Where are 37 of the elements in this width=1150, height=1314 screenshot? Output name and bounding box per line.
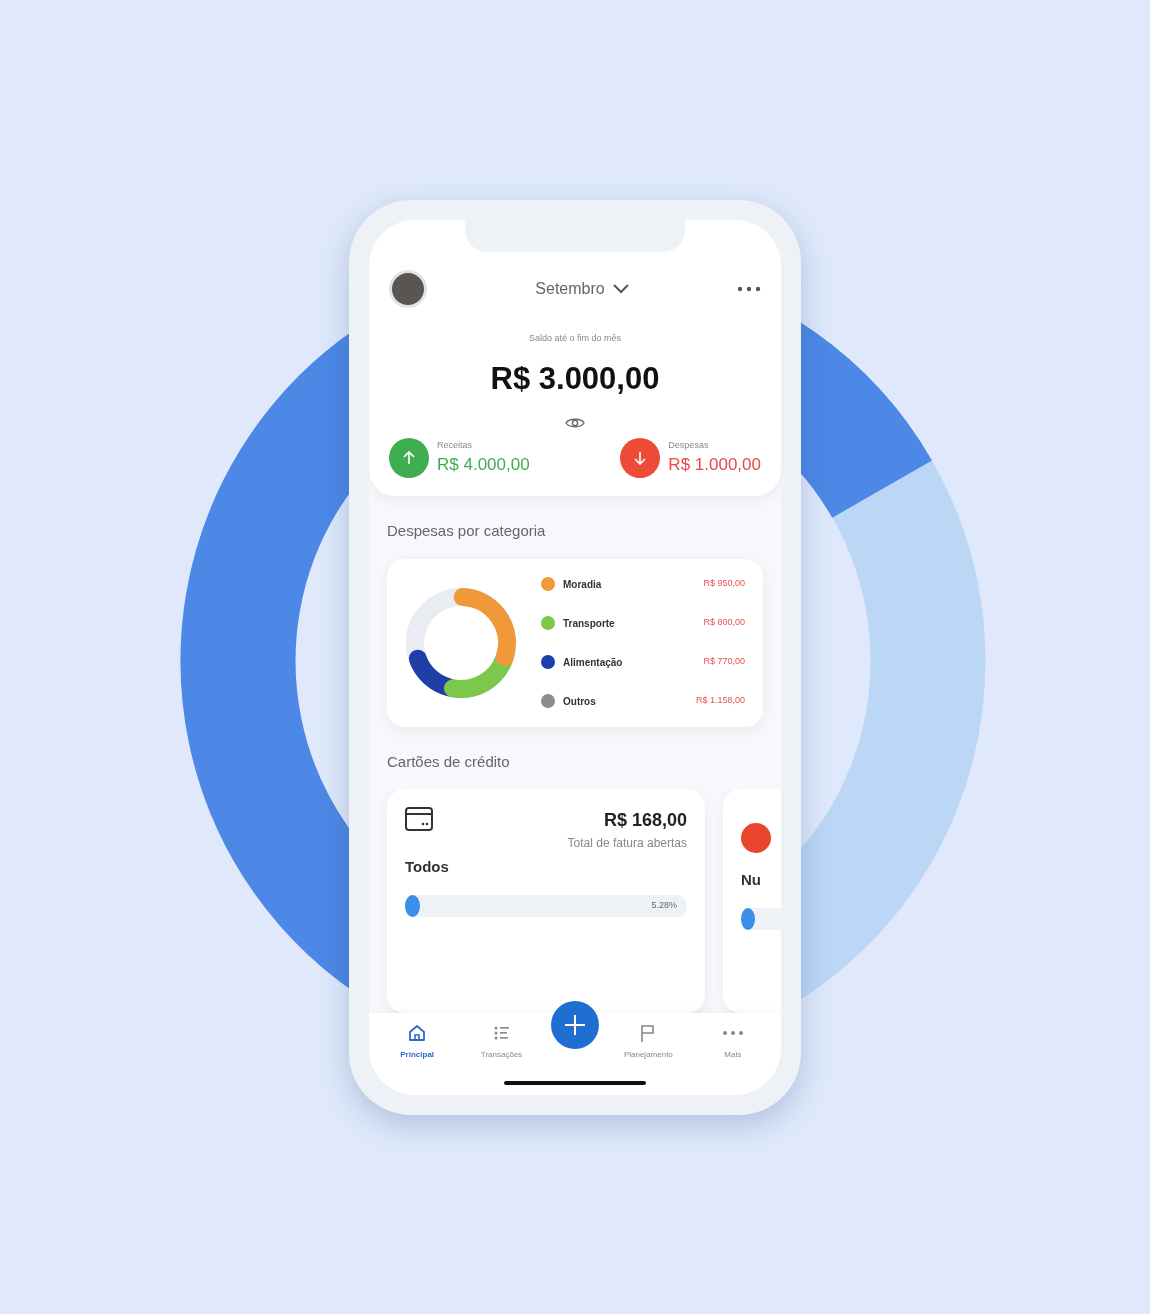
- section-title: Despesas por categoria: [387, 522, 546, 539]
- balance-label: Saldo até o fim do mês: [528, 332, 622, 343]
- summary-label: Receitas: [437, 438, 473, 452]
- progress-fill: [741, 907, 755, 930]
- plus-icon: [562, 1012, 587, 1037]
- balance-amount: R$ 3.000,00: [490, 360, 660, 396]
- nav-tab[interactable]: Transações: [466, 1022, 537, 1061]
- card-caption: Total de fatura abertas: [567, 835, 687, 852]
- more-icon[interactable]: [737, 285, 761, 292]
- nav-tab[interactable]: Principal: [382, 1022, 453, 1061]
- legend-label: Moradia: [563, 577, 603, 592]
- summary-amount: R$ 1.000,00: [668, 454, 761, 476]
- more-icon: [722, 1030, 743, 1035]
- avatar[interactable]: [389, 269, 427, 308]
- legend-label: Outros: [563, 694, 597, 709]
- legend-label: Alimentação: [563, 655, 624, 670]
- credit-card[interactable]: Nu: [723, 789, 781, 1013]
- nav-tab[interactable]: Planejamento: [613, 1022, 684, 1061]
- credit-card-summary[interactable]: R$ 168,00 Total de fatura abertas Todos 5.28%: [387, 789, 705, 1013]
- legend-amount: R$ 1.158,00: [695, 694, 745, 708]
- card-name: Todos: [405, 857, 450, 877]
- month-selector[interactable]: Setembro: [535, 276, 629, 301]
- summary-label: Despesas: [668, 438, 710, 452]
- progress-value: 5.28%: [651, 898, 677, 912]
- home-icon: [407, 1022, 428, 1043]
- legend-amount: R$ 800,00: [703, 616, 745, 630]
- section-title: Cartões de crédito: [387, 752, 510, 770]
- legend-label: Transporte: [563, 616, 616, 631]
- wallet-icon: [405, 807, 433, 831]
- bank-logo-icon: [741, 823, 771, 853]
- card-amount: R$ 168,00: [603, 809, 687, 832]
- legend-amount: R$ 950,00: [703, 577, 745, 591]
- chevron-down-icon: [612, 283, 629, 294]
- legend-amount: R$ 770,00: [703, 655, 745, 669]
- card-name: Nu: [741, 870, 762, 890]
- summary-amount: R$ 4.000,00: [437, 454, 530, 476]
- nav-tab[interactable]: Mais: [697, 1022, 768, 1061]
